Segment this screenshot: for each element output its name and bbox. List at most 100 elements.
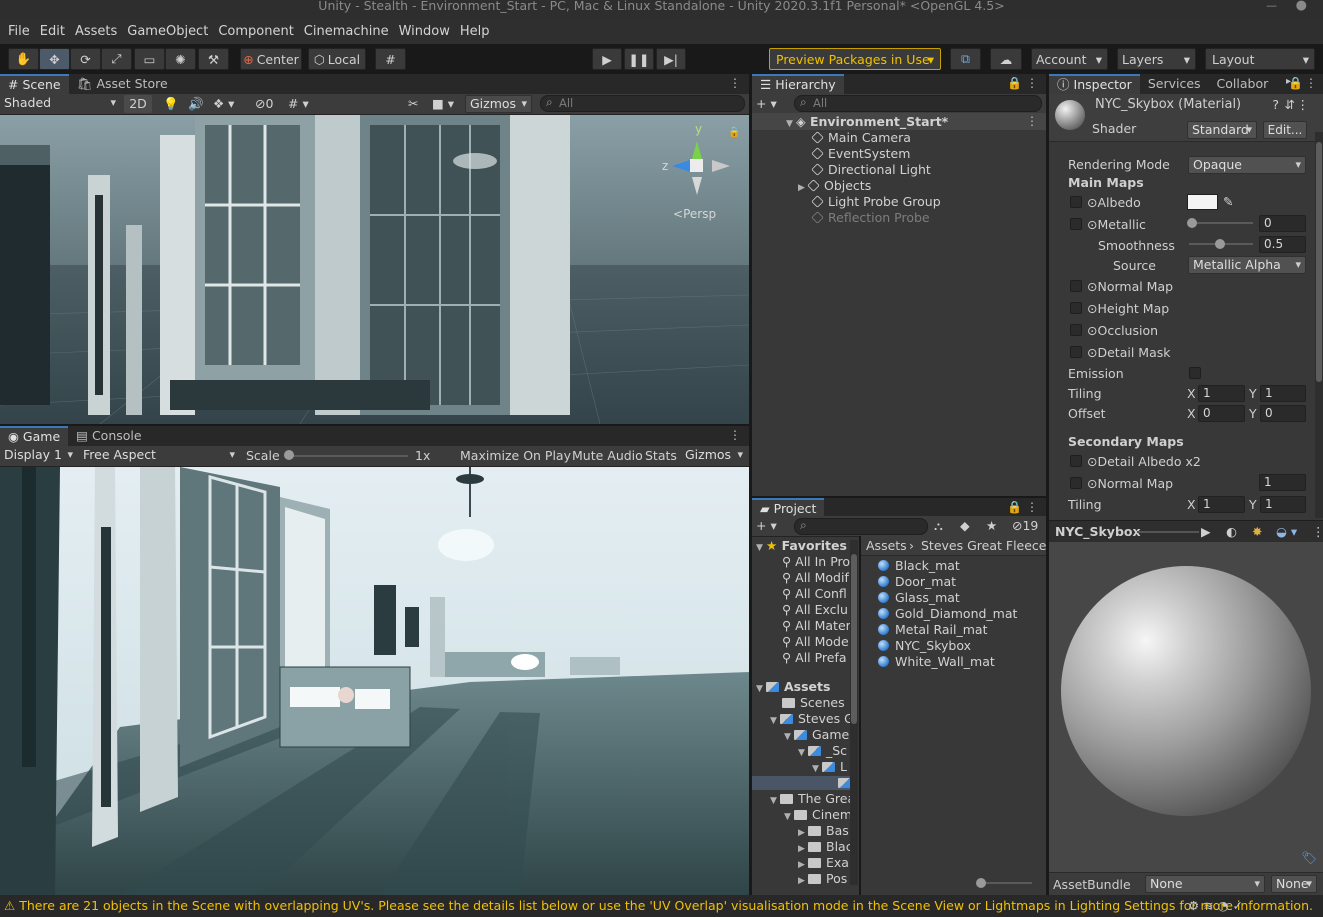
file-item-glass-mat[interactable]: Glass_mat xyxy=(878,590,960,606)
effects-toggle-icon[interactable]: ❖ ▾ xyxy=(213,95,234,113)
secondary-tiling-y-field[interactable]: 1 xyxy=(1260,496,1306,513)
layout-dropdown[interactable]: Layout ▾ xyxy=(1205,48,1315,70)
expand-arrow-icon[interactable]: ▼ xyxy=(770,713,780,729)
aspect-dropdown[interactable]: Free Aspect xyxy=(79,447,239,465)
rotate-tool-icon[interactable]: ⟳ xyxy=(70,48,101,70)
collapsed-arrow-icon[interactable]: ▶ xyxy=(798,873,808,889)
inspector-scrollbar[interactable] xyxy=(1315,132,1323,518)
favorite-item[interactable]: ⚲ All Confl xyxy=(782,586,847,602)
object-picker-icon[interactable]: ⊙ xyxy=(1087,323,1097,338)
asset-label-icon[interactable]: 🏷 xyxy=(1301,850,1317,866)
stats-toggle[interactable]: Stats xyxy=(645,447,677,465)
tree-folder-the-great[interactable]: ▼ The Grea xyxy=(770,791,855,807)
menu-component[interactable]: Component xyxy=(213,24,298,39)
check-icon[interactable]: ✓ xyxy=(1233,898,1243,913)
scale-slider[interactable] xyxy=(288,455,408,457)
hierarchy-item-light-probe-group[interactable]: Light Probe Group xyxy=(811,194,941,210)
preview-drag-handle[interactable] xyxy=(1137,531,1199,533)
hierarchy-item-main-camera[interactable]: Main Camera xyxy=(811,130,911,146)
panel-menu-icon[interactable]: ⋮ xyxy=(1026,76,1038,90)
favorite-item[interactable]: ⚲ All Mater xyxy=(782,618,851,634)
preset-icon[interactable]: ⇵ xyxy=(1285,97,1295,113)
tree-folder-scenes[interactable]: Scenes xyxy=(782,695,845,711)
offset-x-field[interactable]: 0 xyxy=(1198,405,1245,422)
lighting-toggle-icon[interactable]: 💡 xyxy=(163,95,179,113)
metallic-field[interactable]: 0 xyxy=(1259,215,1306,232)
expand-arrow-icon[interactable]: ▼ xyxy=(784,809,794,825)
object-picker-icon[interactable]: ⊙ xyxy=(1087,345,1097,360)
tab-services[interactable]: Services xyxy=(1140,74,1209,94)
shader-dropdown[interactable]: Standard xyxy=(1187,121,1257,139)
hierarchy-item-objects[interactable]: ▶ Objects xyxy=(798,178,871,194)
assetbundle-variant-dropdown[interactable]: None xyxy=(1271,875,1317,893)
pause-button[interactable]: ❚❚ xyxy=(624,48,654,70)
menu-edit[interactable]: Edit xyxy=(35,24,70,39)
favorite-star-icon[interactable]: ★ xyxy=(986,517,997,535)
tab-console[interactable]: ▤ Console xyxy=(68,426,149,446)
step-button[interactable]: ▶| xyxy=(656,48,686,70)
lock-icon[interactable]: 🔒 xyxy=(1007,76,1022,90)
file-item-nyc-skybox[interactable]: NYC_Skybox xyxy=(878,638,971,654)
tree-folder-blac[interactable]: ▶ Blac xyxy=(798,839,853,855)
assetbundle-dropdown[interactable]: None xyxy=(1145,875,1265,893)
rect-tool-icon[interactable]: ▭ xyxy=(134,48,165,70)
inspector-scrollbar-thumb[interactable] xyxy=(1316,142,1322,382)
tab-project[interactable]: ▰ Project xyxy=(752,498,825,518)
maximize-on-play-toggle[interactable]: Maximize On Play xyxy=(460,447,571,465)
menu-help[interactable]: Help xyxy=(455,24,495,39)
metallic-slider[interactable] xyxy=(1189,222,1253,224)
help-icon[interactable]: ? xyxy=(1272,97,1279,113)
albedo-texture-slot[interactable] xyxy=(1070,196,1082,208)
metallic-texture-slot[interactable] xyxy=(1070,218,1082,230)
create-plus-icon[interactable]: + ▾ xyxy=(756,95,777,113)
file-item-door-mat[interactable]: Door_mat xyxy=(878,574,956,590)
hidden-objects-icon[interactable]: ⊘0 xyxy=(255,95,273,113)
rendering-mode-dropdown[interactable]: Opaque xyxy=(1188,156,1306,174)
preview-sphere-icon[interactable]: ◐ xyxy=(1226,524,1237,540)
progress-icon[interactable]: ◔ xyxy=(1218,898,1229,913)
panel-menu-icon[interactable]: ⋮ xyxy=(1026,500,1038,514)
panel-menu-icon[interactable]: ⋮ xyxy=(1305,76,1317,90)
material-preview-area[interactable]: 🏷 xyxy=(1049,542,1323,872)
height-map-slot[interactable] xyxy=(1070,302,1082,314)
preview-lights-icon[interactable]: ✸ xyxy=(1252,524,1262,540)
gizmo-center-cube[interactable] xyxy=(690,159,703,172)
tree-folder-cinem[interactable]: ▼ Cinem xyxy=(784,807,852,823)
icon-size-slider-handle[interactable] xyxy=(976,878,986,888)
expand-arrow-icon[interactable]: ▼ xyxy=(798,745,808,761)
tree-folder-game[interactable]: ▼ Game xyxy=(784,727,849,743)
file-item-black-mat[interactable]: Black_mat xyxy=(878,558,960,574)
project-search-input[interactable] xyxy=(794,518,928,535)
expand-arrow-icon[interactable]: ▼ xyxy=(756,681,766,697)
object-picker-icon[interactable]: ⊙ xyxy=(1087,454,1097,469)
file-item-white-wall-mat[interactable]: White_Wall_mat xyxy=(878,654,995,670)
tab-collaborate[interactable]: Collabor xyxy=(1209,74,1271,94)
menu-assets[interactable]: Assets xyxy=(70,24,122,39)
favorite-item[interactable]: ⚲ All Mode xyxy=(782,634,849,650)
tiling-x-field[interactable]: 1 xyxy=(1198,385,1245,402)
expand-arrow-icon[interactable]: ▼ xyxy=(784,729,794,745)
pivot-center-button[interactable]: ⊕ Center xyxy=(240,48,302,70)
object-picker-icon[interactable]: ⊙ xyxy=(1087,301,1097,316)
tiling-y-field[interactable]: 1 xyxy=(1260,385,1306,402)
lock-icon[interactable]: 🔒 xyxy=(1007,500,1022,514)
expand-arrow-icon[interactable]: ▼ xyxy=(812,761,822,777)
projection-label[interactable]: <Persp xyxy=(673,207,716,221)
scene-viewport[interactable]: y z 🔒 <Persp xyxy=(0,115,749,424)
favorite-item[interactable]: ⚲ All Modif xyxy=(782,570,849,586)
2d-toggle[interactable]: 2D xyxy=(124,95,152,113)
scale-tool-icon[interactable]: ⤢ xyxy=(101,48,132,70)
tools-icon[interactable]: ✂ xyxy=(408,95,418,113)
offset-y-field[interactable]: 0 xyxy=(1260,405,1306,422)
preview-mesh-dropdown[interactable]: ◒ ▾ xyxy=(1276,524,1297,540)
status-bar[interactable]: ⚠ There are 21 objects in the Scene with… xyxy=(0,895,1323,917)
panel-menu-icon[interactable]: ⋮ xyxy=(729,428,741,442)
layers-dropdown[interactable]: Layers ▾ xyxy=(1117,48,1196,70)
hierarchy-item-eventsystem[interactable]: EventSystem xyxy=(811,146,910,162)
game-gizmos-dropdown[interactable]: Gizmos xyxy=(681,447,747,465)
create-plus-icon[interactable]: + ▾ xyxy=(756,517,777,535)
emission-checkbox[interactable] xyxy=(1189,367,1201,379)
expand-arrow-icon[interactable]: ▼ xyxy=(756,540,766,556)
assets-header[interactable]: ▼ Assets xyxy=(756,679,830,695)
tab-inspector[interactable]: ⓘ Inspector xyxy=(1049,74,1140,94)
